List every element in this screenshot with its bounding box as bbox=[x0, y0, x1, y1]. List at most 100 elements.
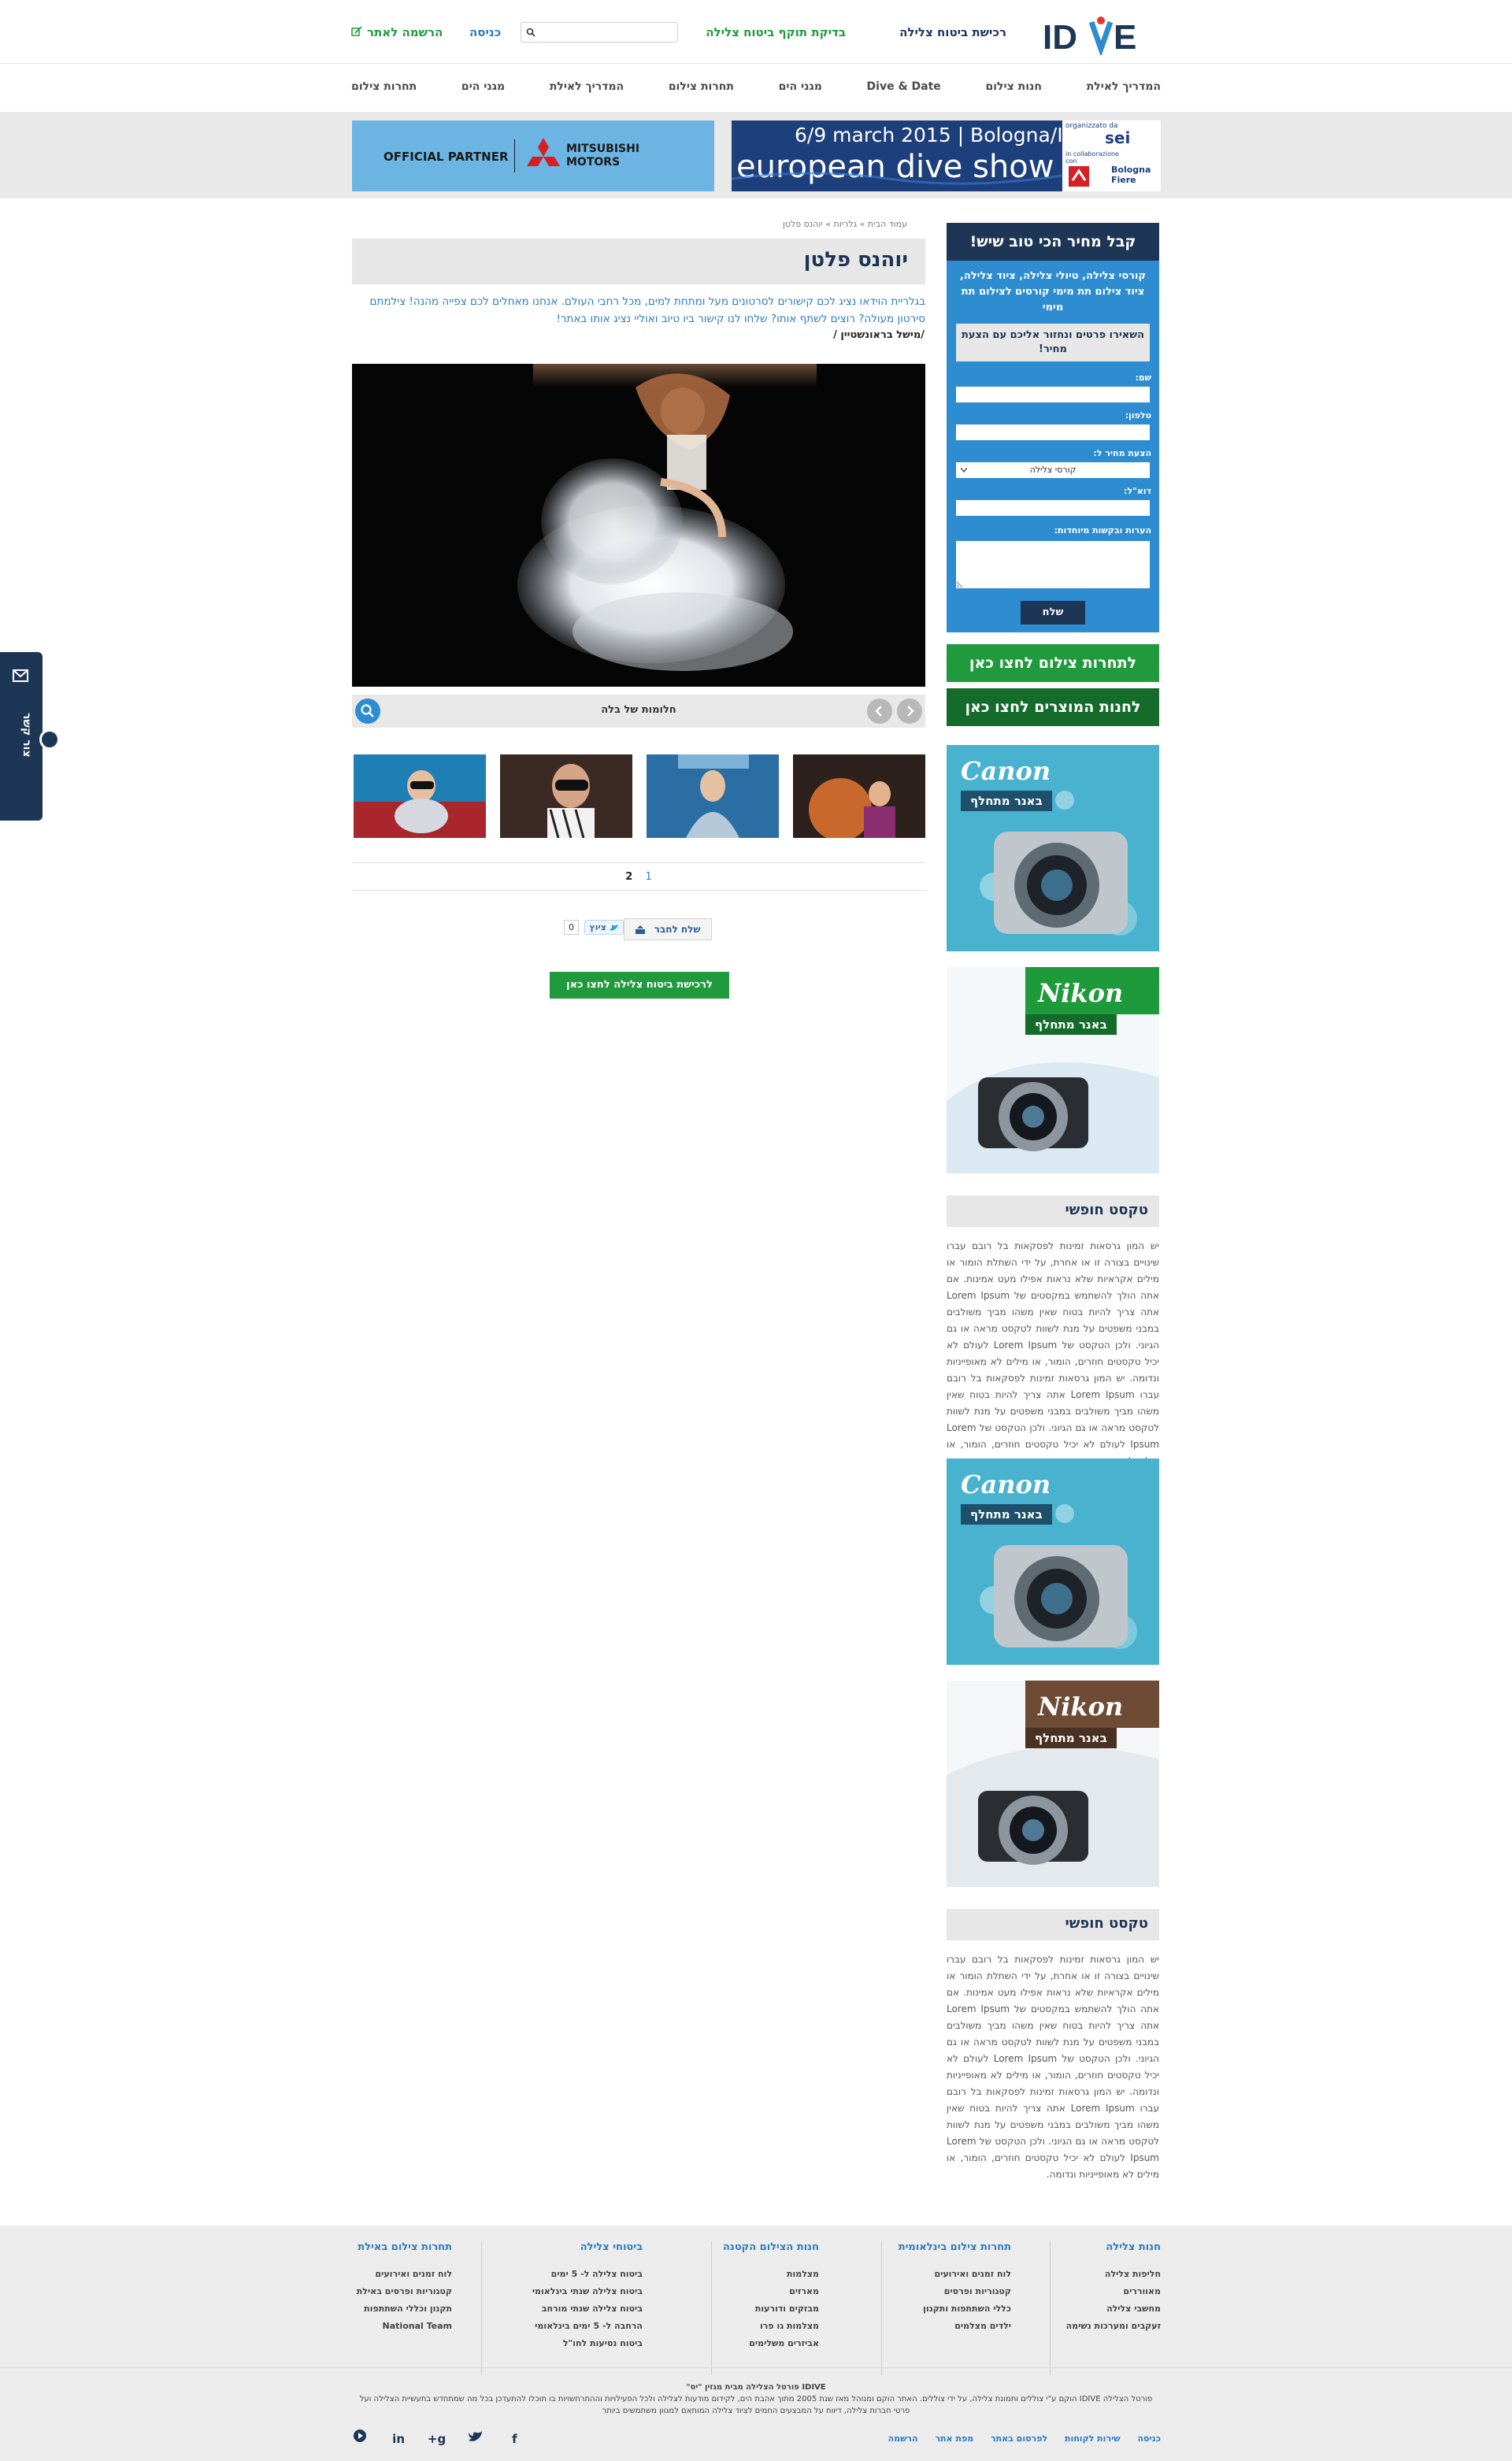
thumbnail[interactable] bbox=[647, 754, 779, 838]
footer-link[interactable]: מצלמות גו פרו bbox=[723, 2318, 819, 2335]
chevron-left-icon bbox=[875, 706, 882, 717]
thumbnail-photo bbox=[647, 754, 779, 838]
submit-button[interactable]: שלח bbox=[1021, 601, 1085, 625]
footer-link[interactable]: קטגוריות ופרסים bbox=[899, 2283, 1011, 2300]
footer-col-title[interactable]: חנות צלילה bbox=[1066, 2241, 1161, 2253]
footer-link[interactable]: ביטוח צלילה שנתי מורחב bbox=[532, 2300, 643, 2318]
image-caption: חלומות של בלה bbox=[601, 704, 676, 716]
nav-item-eilat-guide-2[interactable]: המדריך לאילת bbox=[550, 80, 624, 93]
youtube-icon[interactable] bbox=[351, 2429, 369, 2446]
footer-link[interactable]: כללי השתתפות ותקנון bbox=[899, 2300, 1011, 2318]
footer-link[interactable]: קטגוריות ופרסים באילת bbox=[357, 2283, 452, 2300]
footer-link[interactable]: ביטוח צלילה שנתי בינלאומי bbox=[532, 2283, 643, 2300]
thumbnail[interactable] bbox=[354, 754, 486, 838]
footer-link[interactable]: מחשבי צלילה bbox=[1066, 2300, 1161, 2318]
check-insurance-link[interactable]: בדיקת תוקף ביטוח צלילה bbox=[706, 25, 846, 39]
edit-icon bbox=[351, 26, 362, 36]
footer-link[interactable]: חליפות צלילה bbox=[1066, 2266, 1161, 2283]
notes-field[interactable] bbox=[956, 541, 1150, 588]
page-link-2-current[interactable]: 2 bbox=[625, 871, 632, 883]
footer-link[interactable]: לוח זמנים ואירועים bbox=[899, 2266, 1011, 2283]
buy-insurance-link[interactable]: רכישת ביטוח צלילה bbox=[899, 25, 1006, 39]
linkedin-icon[interactable]: in bbox=[390, 2432, 407, 2449]
canon-banner-2[interactable]: Canon באנר מתחלף bbox=[947, 1458, 1159, 1665]
logo-graphic: ID E bbox=[1043, 17, 1136, 57]
main-nav: המדריך לאילת חנות צילום Dive & Date מגני… bbox=[351, 63, 1161, 112]
breadcrumb[interactable]: עמוד הבית » גלריות » יוהנס פלטן bbox=[783, 219, 907, 229]
footer-support-link[interactable]: שירות לקוחות bbox=[1065, 2433, 1121, 2444]
footer-col-title[interactable]: חנות הצילום הקטנה bbox=[723, 2241, 819, 2253]
form-intro: קורסי צלילה, טיולי צלילה, ציוד צלילה, צי… bbox=[959, 270, 1147, 313]
photo-contest-button[interactable]: לתחרות צילום לחצו כאן bbox=[947, 644, 1159, 682]
footer-link[interactable]: תקנון וכללי השתתפות bbox=[357, 2300, 452, 2318]
footer-link[interactable]: מאווררים bbox=[1066, 2283, 1161, 2300]
offer-select[interactable]: קורסי צלילה bbox=[956, 462, 1150, 478]
next-image-button[interactable] bbox=[897, 699, 922, 724]
mitsubishi-banner[interactable]: OFFICIAL PARTNER MITSUBISHI MOTORS bbox=[352, 120, 714, 191]
search-input[interactable] bbox=[539, 23, 673, 42]
canon-brand: Canon bbox=[961, 756, 1051, 786]
footer-sitemap-link[interactable]: מפת אתר bbox=[935, 2433, 973, 2444]
nikon-banner-2[interactable]: Nikon באנר מתחלף bbox=[947, 1681, 1159, 1887]
footer-link[interactable]: ילדים מצלמים bbox=[899, 2318, 1011, 2335]
zoom-button[interactable] bbox=[355, 699, 380, 724]
tweet-widget[interactable]: ציוץ 0 bbox=[564, 920, 624, 935]
name-field[interactable] bbox=[956, 387, 1150, 402]
gallery-main-image[interactable] bbox=[352, 364, 925, 687]
nav-item-dive-date[interactable]: Dive & Date bbox=[867, 80, 941, 93]
footer-link[interactable]: ביטוח צלילה ל- 5 ימים bbox=[532, 2266, 643, 2283]
footer-col-title[interactable]: ביטוחי צלילה bbox=[532, 2241, 643, 2253]
footer-bottom-divider bbox=[0, 2367, 1512, 2368]
tweet-button[interactable]: ציוץ bbox=[584, 920, 624, 935]
footer-col-title[interactable]: תחרות צילום בינלאומית bbox=[899, 2241, 1011, 2253]
nav-item-photo-shop[interactable]: חנות צילום bbox=[986, 80, 1043, 93]
footer-link[interactable]: National Team bbox=[357, 2318, 452, 2335]
footer-col-intl-contest: תחרות צילום בינלאומית לוח זמנים ואירועים… bbox=[899, 2241, 1011, 2335]
nav-item-sea-guardians-2[interactable]: מגני הים bbox=[461, 80, 505, 93]
twitter-icon[interactable] bbox=[467, 2431, 484, 2448]
footer-divider bbox=[881, 2241, 882, 2375]
thumbnail[interactable] bbox=[500, 754, 632, 838]
product-shop-button[interactable]: לחנות המוצרים לחצו כאן bbox=[947, 688, 1159, 726]
nav-item-photo-contest[interactable]: תחרות צילום bbox=[669, 80, 734, 93]
copyright-body: פורטל הצלילה IDIVE הוקם ע"י צוללים ותמונ… bbox=[359, 2395, 1153, 2415]
european-dive-show-banner[interactable]: 6/9 march 2015 | Bologna/Italy european … bbox=[732, 120, 1161, 191]
footer-col-title[interactable]: תחרות צילום באילת bbox=[357, 2241, 452, 2253]
canon-banner[interactable]: Canon באנר מתחלף bbox=[947, 745, 1159, 951]
contact-side-tab[interactable]: צור קשר bbox=[0, 652, 60, 821]
google-plus-icon[interactable]: g+ bbox=[428, 2432, 446, 2449]
show-highlight-graphic bbox=[1014, 146, 1061, 174]
send-to-friend-button[interactable]: שלח לחבר bbox=[624, 918, 712, 940]
nikon-banner[interactable]: Nikon באנר מתחלף bbox=[947, 967, 1159, 1173]
nav-item-sea-guardians[interactable]: מגני הים bbox=[779, 80, 822, 93]
footer-link[interactable]: אביזרים משלימים bbox=[723, 2335, 819, 2352]
footer-advertise-link[interactable]: לפרסום באתר bbox=[991, 2433, 1047, 2444]
prev-image-button[interactable] bbox=[867, 699, 892, 724]
nav-item-eilat-guide[interactable]: המדריך לאילת bbox=[1087, 80, 1161, 93]
buy-insurance-cta-button[interactable]: לרכישת ביטוח צלילה לחצו כאן bbox=[550, 972, 729, 999]
login-link[interactable]: כניסה bbox=[469, 25, 501, 39]
thumbnail[interactable] bbox=[793, 754, 925, 838]
footer-link[interactable]: זעקבים ומערכות נשימה bbox=[1066, 2318, 1161, 2335]
footer-login-link[interactable]: כניסה bbox=[1138, 2433, 1162, 2444]
search-box[interactable] bbox=[521, 22, 678, 43]
footer-link[interactable]: לוח זמנים ואירועים bbox=[357, 2266, 452, 2283]
footer-link[interactable]: מצלמות bbox=[723, 2266, 819, 2283]
page-link-1[interactable]: 1 bbox=[645, 871, 651, 883]
footer-link[interactable]: ביטוח נסיעות לחו"ל bbox=[532, 2335, 643, 2352]
footer-link[interactable]: מבזקים ודורעות bbox=[723, 2300, 819, 2318]
idive-logo[interactable]: ID E bbox=[1043, 16, 1161, 57]
facebook-icon[interactable]: f bbox=[506, 2432, 523, 2449]
canon-brand: Canon bbox=[961, 1470, 1051, 1499]
nav-item-photo-contest-2[interactable]: תחרות צילום bbox=[351, 80, 417, 93]
phone-field[interactable] bbox=[956, 424, 1150, 440]
footer-link[interactable]: הרחבה ל- 5 ימים בינלאומי bbox=[532, 2318, 643, 2335]
footer-register-link[interactable]: הרשמה bbox=[888, 2433, 918, 2444]
register-link[interactable]: הרשמה לאתר bbox=[367, 25, 443, 39]
footer-link[interactable]: מארזים bbox=[723, 2283, 819, 2300]
underwater-bride-photo bbox=[352, 364, 925, 687]
search-icon[interactable] bbox=[526, 28, 536, 37]
footer-divider bbox=[711, 2241, 712, 2375]
email-field[interactable] bbox=[956, 500, 1150, 516]
contact-tab-handle[interactable] bbox=[39, 729, 60, 750]
